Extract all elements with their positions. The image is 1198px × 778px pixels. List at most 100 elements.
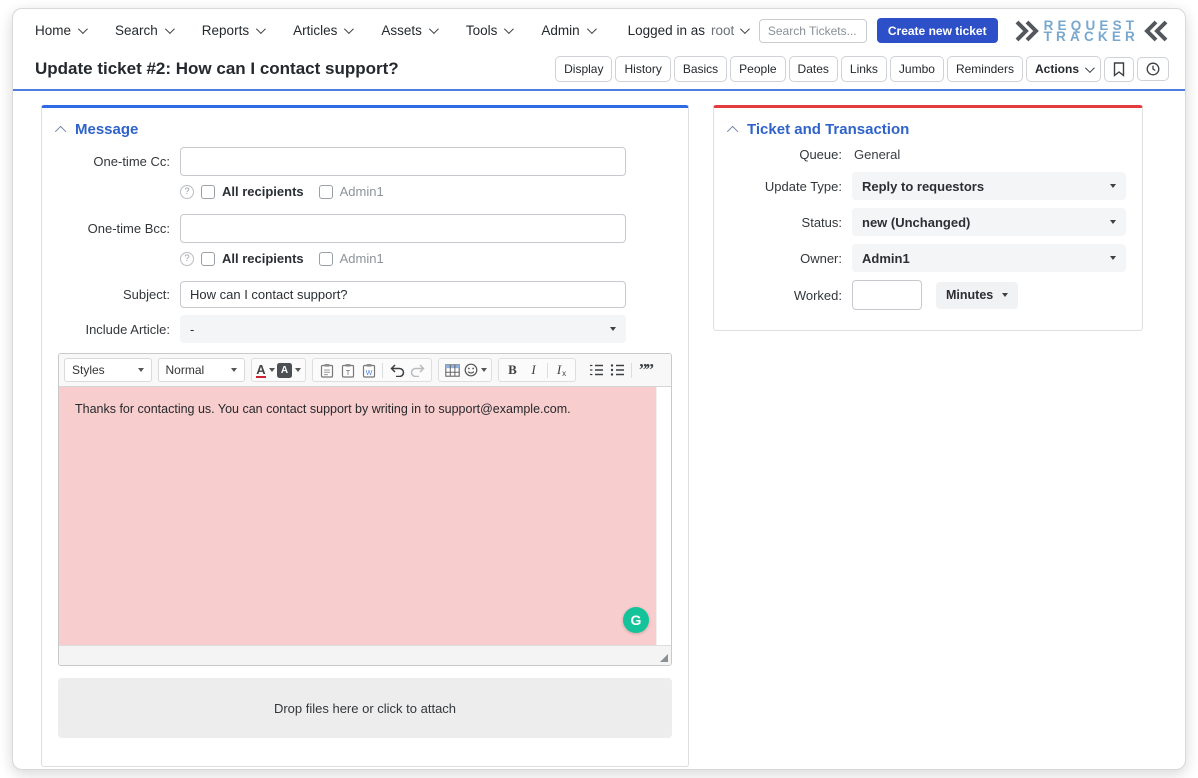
help-icon[interactable]: ?	[180, 185, 194, 199]
bcc-all-recipients-checkbox[interactable]	[201, 252, 215, 266]
styles-dropdown[interactable]: Styles	[64, 358, 152, 382]
main-menu: Home Search Reports Articles Assets Tool…	[35, 23, 594, 38]
message-editor: Styles Normal A A	[58, 353, 672, 666]
search-tickets-input[interactable]	[759, 19, 867, 43]
owner-row: Owner: Admin1	[730, 244, 1126, 272]
chevron-down-icon	[504, 24, 514, 34]
worked-unit-value: Minutes	[946, 288, 993, 302]
nav-item-label: Search	[115, 23, 158, 38]
nav-item-search[interactable]: Search	[115, 23, 172, 38]
cc-recipients-options: ? All recipients Admin1	[180, 184, 626, 199]
font-color-button[interactable]: A	[256, 360, 275, 380]
tab-links[interactable]: Links	[841, 56, 887, 82]
editor-toolbar: Styles Normal A A	[59, 354, 671, 387]
logged-in-user: root	[711, 23, 734, 38]
nav-item-tools[interactable]: Tools	[466, 23, 512, 38]
tab-history[interactable]: History	[615, 56, 670, 82]
tab-dates[interactable]: Dates	[789, 56, 838, 82]
update-type-select[interactable]: Reply to requestors	[852, 172, 1126, 200]
page-title: Update ticket #2: How can I contact supp…	[35, 59, 399, 79]
redo-button[interactable]	[408, 360, 427, 380]
chevron-down-icon	[78, 24, 88, 34]
tab-display[interactable]: Display	[555, 56, 612, 82]
subject-input[interactable]	[180, 281, 626, 308]
bulleted-list-button[interactable]	[608, 360, 627, 380]
color-group: A A	[251, 358, 306, 382]
logged-in-label: Logged in as	[628, 23, 705, 38]
include-article-select[interactable]: -	[180, 315, 626, 343]
editor-statusbar	[59, 645, 671, 665]
one-time-cc-row: One-time Cc:	[42, 147, 688, 176]
logged-in-menu[interactable]: Logged in as root	[628, 23, 748, 38]
message-panel-header: Message	[42, 108, 688, 147]
bold-button[interactable]: B	[503, 360, 522, 380]
create-new-ticket-button[interactable]: Create new ticket	[877, 18, 998, 43]
nav-item-articles[interactable]: Articles	[293, 23, 351, 38]
admin1-label: Admin1	[340, 184, 384, 199]
message-textarea[interactable]: Thanks for contacting us. You can contac…	[59, 387, 656, 645]
paste-button[interactable]	[317, 360, 336, 380]
bookmark-button[interactable]	[1104, 57, 1134, 82]
insert-table-button[interactable]	[443, 360, 462, 380]
one-time-bcc-input[interactable]	[180, 214, 626, 243]
cc-admin1-checkbox[interactable]	[319, 185, 333, 199]
undo-button[interactable]	[387, 360, 406, 380]
help-icon[interactable]: ?	[180, 252, 194, 266]
worked-unit-select[interactable]: Minutes	[936, 282, 1018, 309]
logo-text: REQUEST TRACKER	[1044, 20, 1139, 42]
ticket-panel-title: Ticket and Transaction	[747, 121, 909, 138]
paste-from-word-button[interactable]: W	[359, 360, 378, 380]
queue-row: Queue: General	[730, 147, 1126, 162]
collapse-chevron-icon[interactable]	[55, 125, 66, 136]
resize-handle-icon[interactable]	[660, 654, 668, 662]
attach-dropzone[interactable]: Drop files here or click to attach	[58, 678, 672, 738]
worked-input[interactable]	[852, 280, 922, 310]
status-select[interactable]: new (Unchanged)	[852, 208, 1126, 236]
include-article-value: -	[190, 322, 194, 337]
caret-down-icon	[610, 327, 616, 331]
nav-item-admin[interactable]: Admin	[541, 23, 593, 38]
nav-item-assets[interactable]: Assets	[381, 23, 436, 38]
tab-people[interactable]: People	[730, 56, 785, 82]
chevron-down-icon	[587, 24, 597, 34]
nav-item-reports[interactable]: Reports	[202, 23, 263, 38]
chevron-down-icon	[429, 24, 439, 34]
bcc-admin1-checkbox[interactable]	[319, 252, 333, 266]
status-value: new (Unchanged)	[862, 215, 970, 230]
admin1-label: Admin1	[340, 251, 384, 266]
double-chevron-left-icon	[1143, 19, 1169, 43]
collapse-chevron-icon[interactable]	[727, 125, 738, 136]
tab-reminders[interactable]: Reminders	[947, 56, 1023, 82]
cc-all-recipients-checkbox[interactable]	[201, 185, 215, 199]
ticket-transaction-panel: Ticket and Transaction Queue: General Up…	[713, 105, 1143, 331]
owner-select[interactable]: Admin1	[852, 244, 1126, 272]
tab-basics[interactable]: Basics	[674, 56, 727, 82]
caret-down-icon	[1110, 184, 1116, 188]
tab-jumbo[interactable]: Jumbo	[890, 56, 944, 82]
top-nav: Home Search Reports Articles Assets Tool…	[13, 9, 1185, 51]
background-color-button[interactable]: A	[277, 360, 301, 380]
chevron-down-icon	[1085, 63, 1095, 73]
tab-actions[interactable]: Actions	[1026, 56, 1101, 82]
worked-label: Worked:	[730, 288, 842, 303]
nav-item-home[interactable]: Home	[35, 23, 85, 38]
nav-item-label: Reports	[202, 23, 249, 38]
paragraph-format-dropdown[interactable]: Normal	[158, 358, 246, 382]
numbered-list-button[interactable]	[587, 360, 606, 380]
remove-format-button[interactable]: Ix	[552, 360, 571, 380]
all-recipients-label: All recipients	[222, 184, 304, 199]
time-worked-button[interactable]	[1137, 57, 1169, 81]
clipboard-group: T W	[312, 358, 432, 382]
emoji-button[interactable]	[464, 360, 487, 380]
grammarly-icon[interactable]: G	[623, 607, 649, 633]
editor-scrollbar[interactable]	[656, 387, 671, 645]
include-article-row: Include Article: -	[42, 315, 688, 343]
basic-styles-group: B I Ix	[498, 358, 576, 382]
italic-button[interactable]: I	[524, 360, 543, 380]
chevron-down-icon	[165, 24, 175, 34]
worked-row: Worked: Minutes	[730, 280, 1126, 310]
paste-plain-text-button[interactable]: T	[338, 360, 357, 380]
blockquote-button[interactable]: ””	[636, 360, 655, 380]
one-time-cc-input[interactable]	[180, 147, 626, 176]
ticket-panel-header: Ticket and Transaction	[714, 108, 1142, 147]
